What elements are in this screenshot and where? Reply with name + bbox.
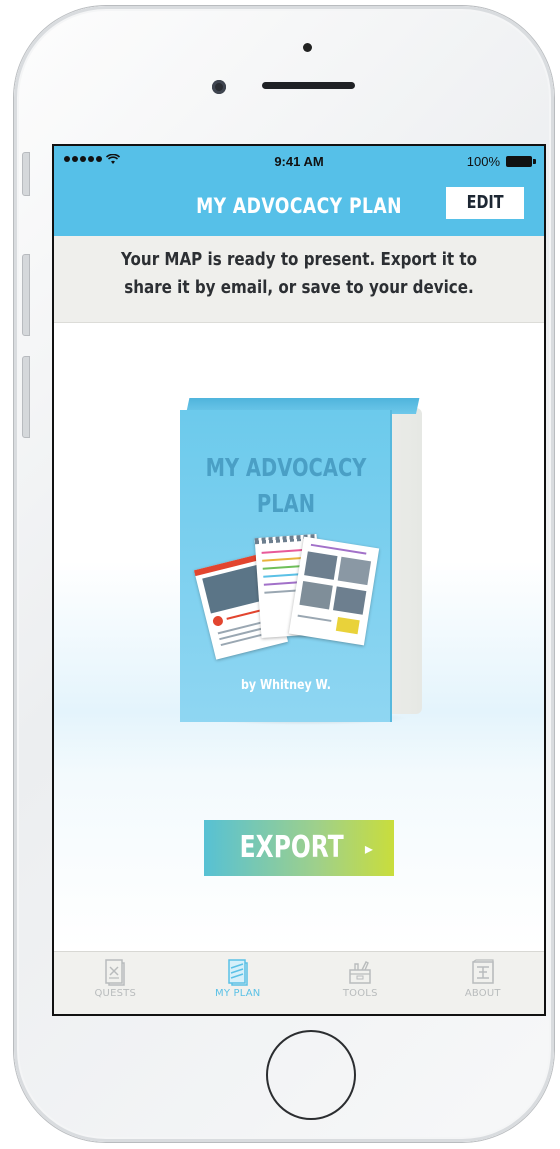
collage-text-line bbox=[297, 614, 332, 622]
edit-button-label: EDIT bbox=[466, 192, 504, 213]
my-plan-icon bbox=[228, 959, 248, 986]
export-button[interactable]: EXPORT ▸ bbox=[204, 820, 394, 876]
tab-about[interactable]: ABOUT bbox=[422, 952, 545, 1014]
collage-photo bbox=[299, 581, 333, 610]
proximity-sensor bbox=[303, 43, 312, 52]
book-title-line2: PLAN bbox=[256, 489, 316, 518]
battery-percent: 100% bbox=[466, 154, 500, 169]
earpiece-speaker bbox=[262, 82, 355, 89]
page-title: MY ADVOCACY PLAN bbox=[196, 194, 402, 218]
collage-photo bbox=[337, 556, 372, 586]
export-button-label: EXPORT bbox=[239, 830, 344, 865]
collage-photo bbox=[304, 551, 338, 580]
book-author: by Whitney W. bbox=[241, 678, 331, 693]
collage-badge bbox=[211, 614, 225, 628]
collage-sticker bbox=[335, 616, 360, 635]
edit-button[interactable]: EDIT bbox=[446, 187, 524, 219]
play-arrow-icon: ▸ bbox=[364, 838, 373, 858]
book-title: MY ADVOCACY PLAN bbox=[203, 450, 368, 522]
quests-icon bbox=[105, 959, 125, 986]
status-bar: 9:41 AM 100% bbox=[54, 146, 544, 180]
tab-bar: QUESTS MY PLAN TOOLS ABOUT bbox=[54, 951, 544, 1014]
tools-icon bbox=[349, 961, 371, 984]
collage-photo bbox=[333, 586, 367, 615]
book-title-line1: MY ADVOCACY bbox=[205, 453, 367, 482]
home-button[interactable] bbox=[266, 1030, 356, 1120]
about-icon bbox=[472, 959, 494, 984]
battery-icon bbox=[506, 156, 536, 167]
tab-quests[interactable]: QUESTS bbox=[54, 952, 177, 1014]
info-banner: Your MAP is ready to present. Export it … bbox=[54, 236, 544, 323]
screen: 9:41 AM 100% MY ADVOCACY PLAN EDIT Your … bbox=[52, 144, 546, 1016]
tab-quests-label: QUESTS bbox=[94, 988, 136, 999]
navigation-bar: MY ADVOCACY PLAN EDIT bbox=[54, 180, 544, 236]
volume-down-button bbox=[22, 356, 30, 438]
volume-up-button bbox=[22, 254, 30, 336]
front-camera bbox=[212, 80, 226, 94]
banner-message: Your MAP is ready to present. Export it … bbox=[120, 249, 478, 298]
mute-switch bbox=[22, 152, 30, 196]
tab-tools-label: TOOLS bbox=[342, 988, 378, 999]
tab-tools[interactable]: TOOLS bbox=[299, 952, 422, 1014]
book-cover: MY ADVOCACY PLAN by Whitney W. bbox=[180, 410, 392, 722]
tab-about-label: ABOUT bbox=[464, 988, 501, 999]
collage-card-right bbox=[288, 536, 380, 646]
tab-my-plan-label: MY PLAN bbox=[215, 988, 261, 999]
tab-my-plan[interactable]: MY PLAN bbox=[177, 952, 300, 1014]
